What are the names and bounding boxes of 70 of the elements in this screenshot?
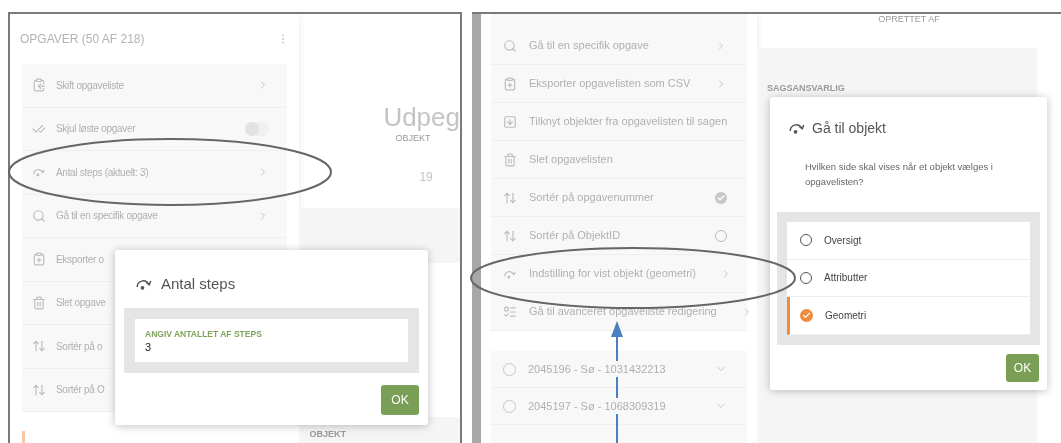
- menu-item[interactable]: Sortér på ObjektID: [491, 217, 747, 255]
- dialog-question: Hvilken side skal vises når et objekt vælges i opgavelisten?: [804, 160, 994, 189]
- menu-item[interactable]: Gå til en specifik opgave: [491, 27, 747, 65]
- clipboard-icon: [503, 76, 517, 91]
- dialog-title: Antal steps: [161, 273, 236, 294]
- menu-item[interactable]: Skift opgaveliste: [22, 64, 288, 108]
- task-label: 2045197 - Sø - 1068309319: [528, 397, 666, 415]
- menu-item-label: Tilknyt objekter fra opgavelisten til sagen: [529, 114, 728, 130]
- checkmark-icon: [802, 310, 811, 320]
- search-icon: [503, 38, 517, 53]
- menu-item-label: Eksporter opgavelisten som CSV: [529, 76, 691, 92]
- menu-item[interactable]: Slet opgavelisten: [491, 141, 747, 179]
- task-card[interactable]: [22, 431, 288, 443]
- sort-icon: [32, 382, 46, 397]
- option-row[interactable]: Attributter: [787, 259, 1030, 297]
- task-row[interactable]: 2045197 - Sø - 1068309319: [491, 388, 747, 425]
- menu-item-label: Skift opgaveliste: [56, 78, 124, 93]
- menu-item-label: Gå til en specifik opgave: [56, 209, 158, 224]
- clipboard-icon: [32, 78, 46, 93]
- menu-item-label: Sortér på opgavenummer: [529, 190, 654, 206]
- redo-arc-icon: [788, 122, 806, 134]
- search-icon: [32, 208, 46, 223]
- menu-item-label: Antal steps (aktuelt: 3): [56, 165, 149, 180]
- menu-item-label: Skjul løste opgaver: [56, 122, 136, 137]
- menu-item[interactable]: Sortér på opgavenummer: [491, 179, 747, 217]
- menu-item[interactable]: Indstilling for vist objekt (geometri): [491, 255, 747, 293]
- menu-item[interactable]: Eksporter opgavelisten som CSV: [491, 65, 747, 103]
- sort-icon: [503, 228, 517, 243]
- radio-checked[interactable]: [800, 308, 813, 322]
- dialog-title: Gå til objekt: [812, 118, 886, 138]
- field-label: OPRETTET AF: [878, 14, 940, 24]
- list-edit-icon: [503, 304, 517, 319]
- object-heading: Udpeg: [383, 102, 460, 132]
- field-label: ANGIV ANTALLET AF STEPS: [145, 327, 263, 340]
- menu-item-label: Sortér på O: [56, 383, 105, 398]
- option-label: Oversigt: [824, 233, 862, 248]
- trash-icon: [32, 295, 46, 310]
- menu-item-label: Eksporter o: [56, 252, 104, 267]
- menu-item-label: Slet opgave: [56, 296, 106, 311]
- clipboard-icon: [32, 252, 46, 267]
- sort-icon: [503, 190, 517, 205]
- menu-item-label: Slet opgavelisten: [529, 152, 613, 168]
- menu-item-label: Sortér på o: [56, 339, 103, 354]
- task-row[interactable]: 2045196 - Sø - 1031432213: [491, 351, 747, 388]
- field-value: 3: [145, 339, 153, 354]
- ok-button[interactable]: OK: [1006, 353, 1039, 382]
- panel-title: OPGAVER (50 AF 218): [20, 31, 145, 48]
- option-row[interactable]: Oversigt: [787, 222, 1030, 260]
- object-number: 19: [418, 168, 433, 186]
- option-label: Attributter: [824, 271, 868, 286]
- menu-item[interactable]: Gå til en specifik opgave: [22, 194, 288, 238]
- field-label: SAGSANSVARLIG: [767, 83, 845, 93]
- download-icon: [503, 114, 517, 129]
- object-label: OBJEKT: [394, 132, 431, 145]
- sort-icon: [32, 339, 46, 354]
- steps-input-field[interactable]: ANGIV ANTALLET AF STEPS 3: [135, 319, 408, 362]
- menu-item-label: Gå til avanceret opgaveliste redigering: [529, 304, 717, 320]
- option-row[interactable]: Geometri: [787, 297, 1030, 335]
- menu-item[interactable]: Tilknyt objekter fra opgavelisten til sagen: [491, 103, 747, 141]
- ok-button[interactable]: OK: [381, 385, 419, 415]
- redo-arc-icon: [135, 278, 153, 290]
- task-label: 2045196 - Sø - 1031432213: [528, 360, 666, 378]
- menu-item[interactable]: Skjul løste opgaver: [22, 107, 288, 151]
- menu-item-label: Sortér på ObjektID: [529, 228, 621, 244]
- trash-icon: [503, 152, 517, 167]
- section-label: OBJEKT: [309, 427, 346, 441]
- menu-item-label: Indstilling for vist objekt (geometri): [529, 266, 696, 282]
- menu-item-label: Gå til en specifik opgave: [529, 38, 649, 54]
- menu-item[interactable]: Antal steps (aktuelt: 3): [22, 151, 288, 195]
- option-label: Geometri: [825, 308, 867, 323]
